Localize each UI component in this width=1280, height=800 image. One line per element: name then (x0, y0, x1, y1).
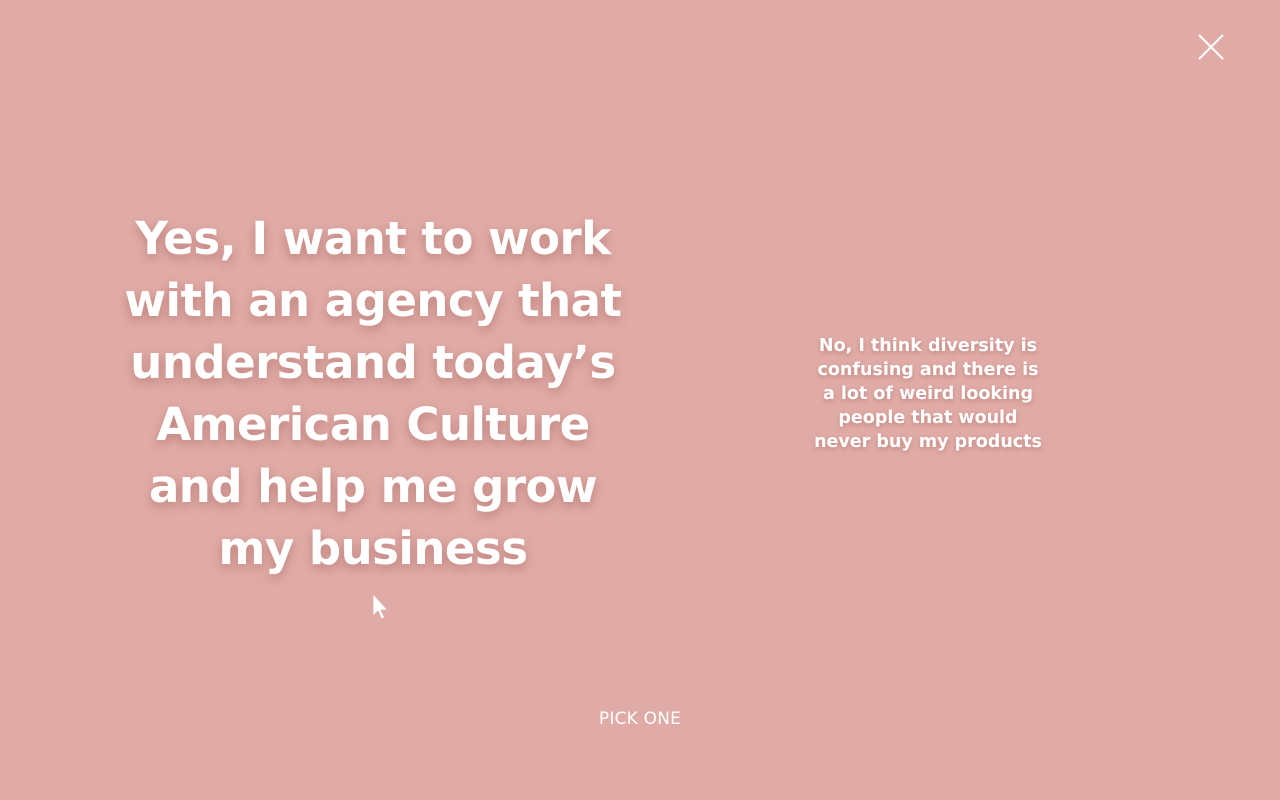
pick-one-label: PICK ONE (598, 709, 682, 729)
close-button[interactable] (1196, 32, 1226, 62)
option-yes-button[interactable]: Yes, I want to work with an agency that … (120, 208, 626, 580)
close-icon (1198, 34, 1224, 60)
mouse-pointer-icon (372, 593, 389, 620)
option-no-button[interactable]: No, I think diversity is confusing and t… (812, 334, 1044, 454)
